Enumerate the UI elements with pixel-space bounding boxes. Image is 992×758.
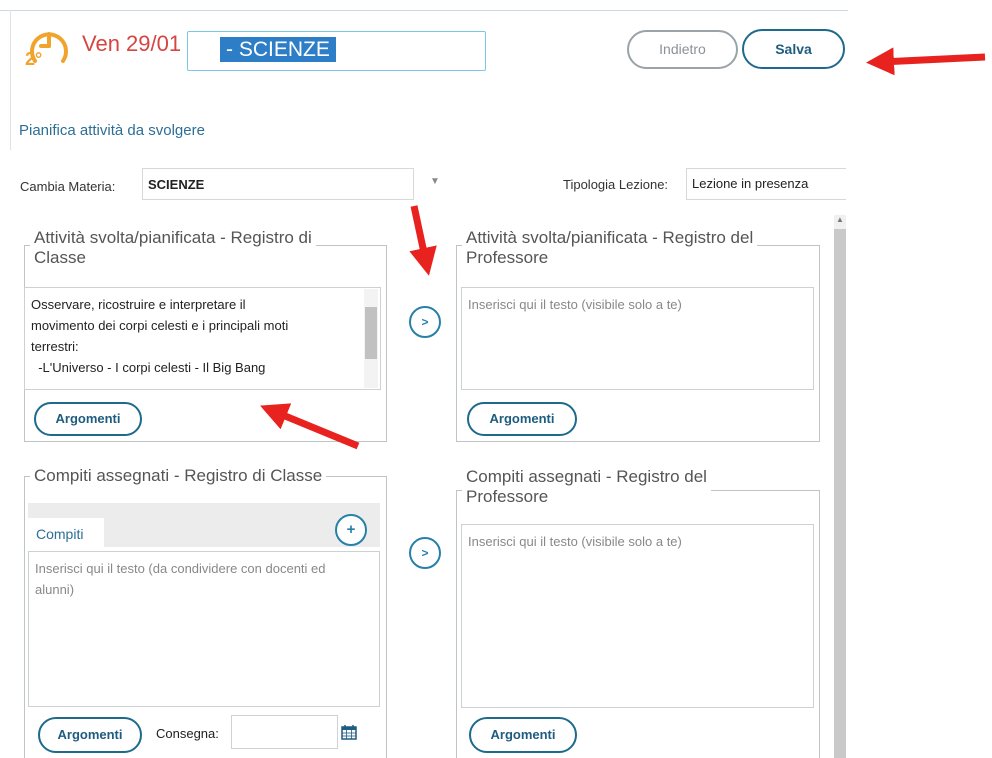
- scrollbar-thumb[interactable]: [365, 307, 377, 359]
- back-button[interactable]: Indietro: [627, 30, 738, 69]
- annotation-arrow: [409, 205, 437, 276]
- page-subtitle: Pianifica attività da svolgere: [19, 122, 205, 139]
- materia-select[interactable]: SCIENZE: [142, 168, 414, 200]
- header-divider: [0, 10, 848, 11]
- clock-icon: 2°: [25, 25, 71, 75]
- argomenti-button[interactable]: Argomenti: [34, 402, 142, 436]
- lesson-title-selected-text[interactable]: - SCIENZE: [220, 37, 336, 62]
- legend-line: Professore: [466, 248, 549, 267]
- scroll-up-arrow-icon[interactable]: ▲: [834, 215, 846, 229]
- tab-compiti-label: Compiti: [36, 526, 84, 542]
- lesson-date: Ven 29/01: [82, 31, 182, 56]
- argomenti-button[interactable]: Argomenti: [467, 402, 577, 436]
- text-line: Osservare, ricostruire e interpretare il: [31, 297, 246, 312]
- legend-line: Professore: [466, 487, 549, 506]
- legend-line: Attività svolta/pianificata - Registro d…: [34, 228, 312, 247]
- compiti-professore-legend: Compiti assegnati - Registro del Profess…: [462, 467, 711, 507]
- tipologia-label: Tipologia Lezione:: [563, 177, 669, 192]
- attivita-professore-legend: Attività svolta/pianificata - Registro d…: [462, 228, 758, 268]
- calendar-icon[interactable]: [341, 724, 357, 740]
- left-divider: [10, 10, 11, 150]
- textarea-placeholder: Inserisci qui il testo (visibile solo a …: [468, 297, 682, 312]
- legend-line: Compiti assegnati - Registro del: [466, 467, 707, 486]
- add-compito-button[interactable]: +: [335, 514, 367, 546]
- attivita-classe-textarea[interactable]: Osservare, ricostruire e interpretare il…: [24, 287, 381, 390]
- legend-line: Classe: [34, 248, 86, 267]
- consegna-label: Consegna:: [156, 726, 219, 741]
- compiti-professore-textarea[interactable]: Inserisci qui il testo (visibile solo a …: [461, 524, 814, 708]
- legend-line: Attività svolta/pianificata - Registro d…: [466, 228, 754, 247]
- attivita-classe-legend: Attività svolta/pianificata - Registro d…: [30, 228, 316, 268]
- text-line: movimento dei corpi celesti e i principa…: [31, 318, 289, 333]
- tab-compiti[interactable]: Compiti: [28, 518, 104, 551]
- argomenti-button[interactable]: Argomenti: [469, 717, 577, 753]
- compiti-classe-textarea[interactable]: Inserisci qui il testo (da condividere c…: [28, 551, 380, 707]
- copy-to-professore-button[interactable]: >: [409, 306, 441, 338]
- text-line: -L'Universo - I corpi celesti - Il Big B…: [31, 360, 266, 375]
- textarea-placeholder: Inserisci qui il testo (da condividere c…: [35, 561, 326, 576]
- hour-badge: 2°: [25, 49, 43, 69]
- compiti-classe-legend: Compiti assegnati - Registro di Classe: [30, 466, 327, 486]
- chevron-down-icon[interactable]: ▼: [430, 176, 440, 187]
- tipologia-select[interactable]: Lezione in presenza: [686, 168, 846, 200]
- attivita-professore-textarea[interactable]: Inserisci qui il testo (visibile solo a …: [461, 287, 814, 390]
- argomenti-button[interactable]: Argomenti: [38, 717, 142, 753]
- textarea-placeholder: Inserisci qui il testo (visibile solo a …: [468, 534, 682, 549]
- consegna-date-input[interactable]: [231, 715, 338, 749]
- textarea-scrollbar[interactable]: [364, 289, 378, 388]
- copy-compiti-to-professore-button[interactable]: >: [409, 537, 441, 569]
- textarea-placeholder: alunni): [35, 582, 75, 597]
- text-line: terrestri:: [31, 339, 79, 354]
- materia-label: Cambia Materia:: [20, 179, 116, 194]
- page-scrollbar[interactable]: [834, 215, 846, 758]
- annotation-arrow: [866, 47, 986, 76]
- save-button[interactable]: Salva: [742, 29, 845, 69]
